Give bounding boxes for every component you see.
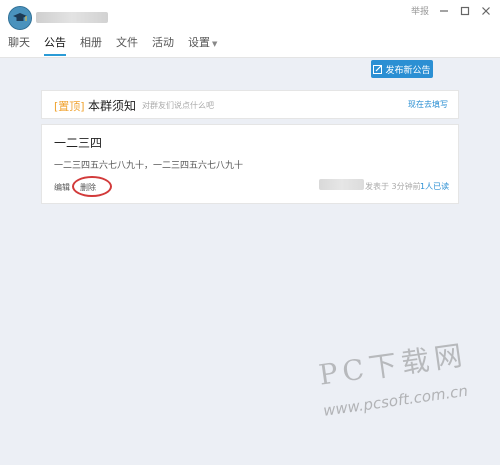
tab-announcement[interactable]: 公告 <box>44 34 66 56</box>
tab-bar: 聊天 公告 相册 文件 活动 设置 ▼ <box>0 30 500 58</box>
announcement-title: 一二三四 <box>54 136 103 150</box>
publish-announcement-button[interactable]: 发布新公告 <box>371 60 433 78</box>
group-name-blurred <box>36 12 108 23</box>
maximize-icon[interactable] <box>459 5 471 17</box>
caret-down-icon: ▼ <box>212 40 218 48</box>
tab-album[interactable]: 相册 <box>80 34 102 54</box>
pinned-tag: [置顶] <box>54 100 85 113</box>
announcement-body: 一二三四五六七八九十，一二三四五六七八九十 <box>54 161 244 171</box>
graduation-cap-icon <box>9 7 31 29</box>
group-rules-hint: 对群友们说点什么吧 <box>142 101 214 110</box>
read-count-link[interactable]: 1人已读 <box>420 181 449 192</box>
tab-settings[interactable]: 设置 ▼ <box>188 34 217 54</box>
report-link[interactable]: 举报 <box>411 4 429 17</box>
tab-settings-label: 设置 <box>188 36 210 49</box>
window-controls: 举报 <box>411 4 492 17</box>
minimize-icon[interactable] <box>438 5 450 17</box>
tab-files[interactable]: 文件 <box>116 34 138 54</box>
tab-activities[interactable]: 活动 <box>152 34 174 54</box>
edit-icon <box>373 64 383 74</box>
group-rules-title: 本群须知 <box>88 99 137 113</box>
edit-link[interactable]: 编辑 <box>54 182 70 193</box>
tab-chat[interactable]: 聊天 <box>8 34 30 54</box>
highlight-circle <box>72 176 112 197</box>
group-rules-card: [置顶] 本群须知 对群友们说点什么吧 现在去填写 <box>41 90 459 119</box>
publish-announcement-label: 发布新公告 <box>385 65 431 76</box>
announcement-card: 一二三四 一二三四五六七八九十，一二三四五六七八九十 编辑 删除 发表于 3分钟… <box>41 124 459 204</box>
title-bar: 举报 <box>0 0 500 30</box>
close-icon[interactable] <box>480 5 492 17</box>
post-time: 发表于 3分钟前 <box>365 182 421 191</box>
author-name-blurred <box>319 179 364 190</box>
group-avatar[interactable] <box>8 6 32 30</box>
fill-now-link[interactable]: 现在去填写 <box>408 99 448 110</box>
